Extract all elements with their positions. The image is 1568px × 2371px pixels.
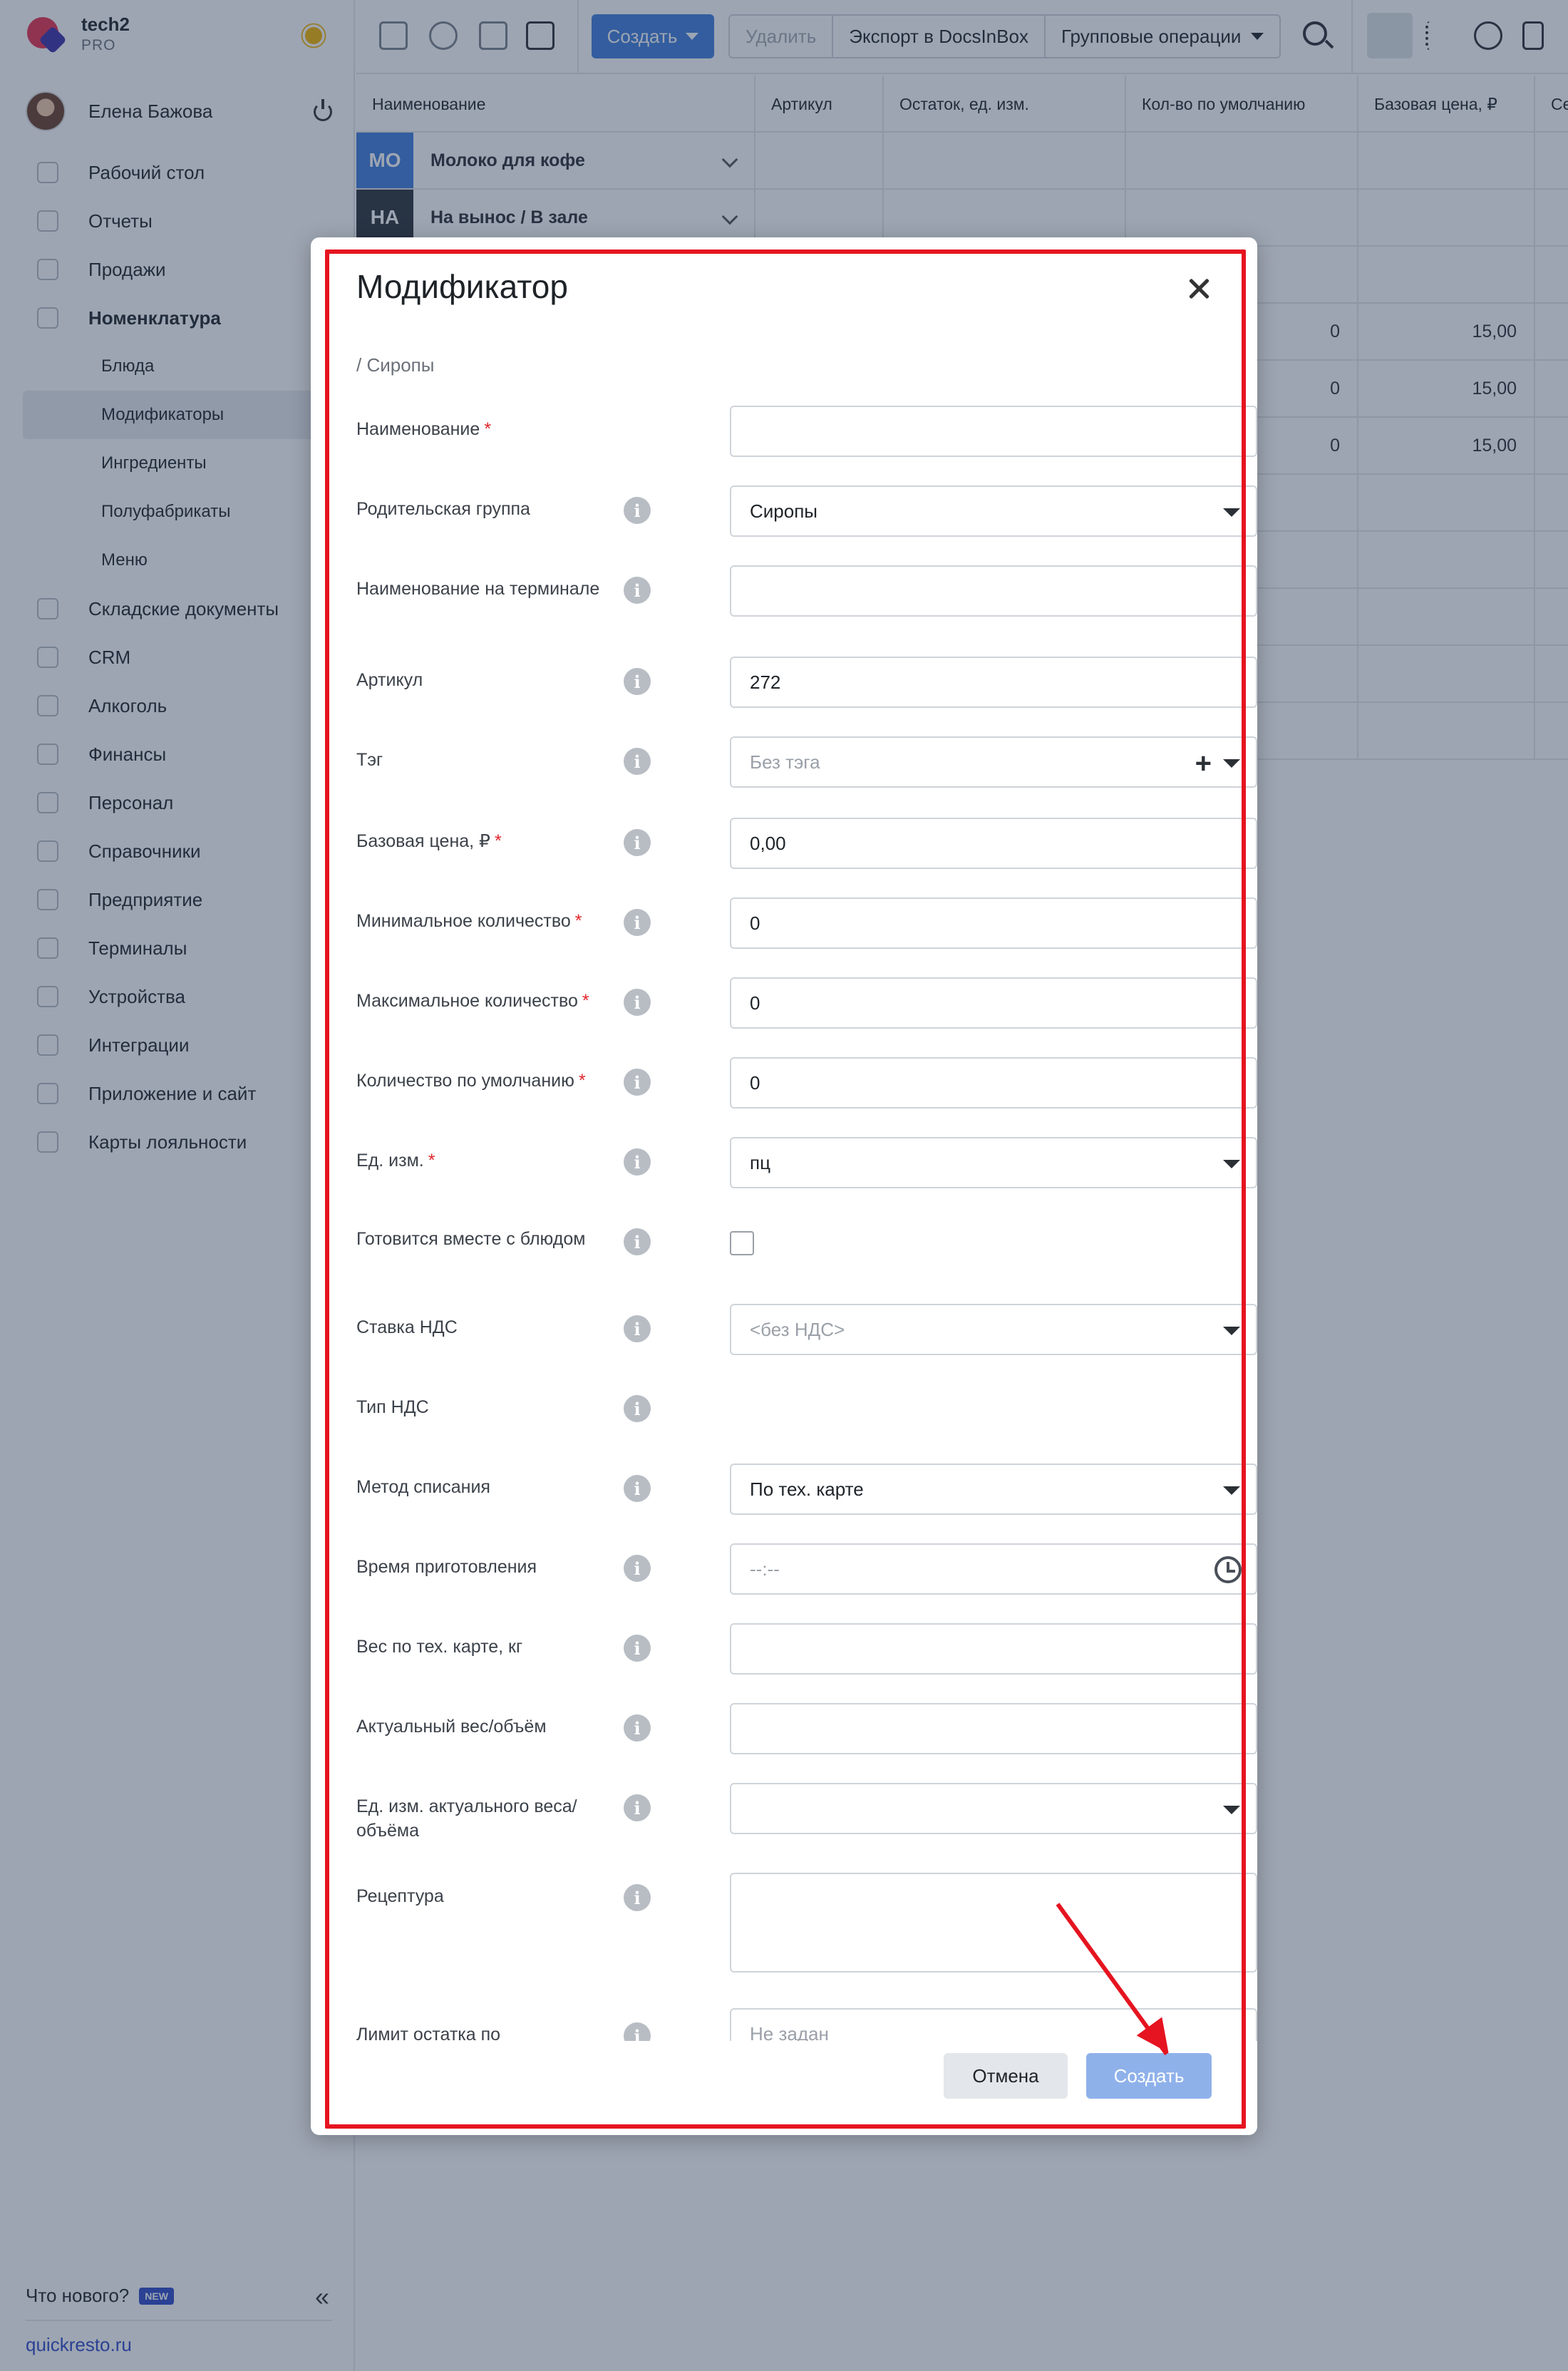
- info-icon[interactable]: i: [624, 1714, 651, 1742]
- field-label: Максимальное количество *: [356, 991, 589, 1011]
- article-input[interactable]: 272: [730, 657, 1257, 708]
- dialog-title: Модификатор: [356, 268, 568, 305]
- field-label: Тип НДС: [356, 1397, 429, 1417]
- actual-weight-input[interactable]: [730, 1703, 1257, 1754]
- info-icon[interactable]: i: [624, 909, 651, 936]
- field-label: Время приготовления: [356, 1557, 537, 1577]
- info-icon[interactable]: i: [624, 2022, 651, 2041]
- info-icon[interactable]: i: [624, 748, 651, 775]
- field-label: Наименование на терминале: [356, 579, 600, 599]
- field-label: Ставка НДС: [356, 1317, 458, 1337]
- field-label: Вес по тех. карте, кг: [356, 1637, 523, 1657]
- field-label: Базовая цена, ₽ *: [356, 831, 502, 851]
- modifier-dialog: Модификатор / Сиропы Наименование * Родит…: [311, 237, 1257, 2135]
- stock-limit-input[interactable]: Не задан: [730, 2008, 1257, 2041]
- info-icon[interactable]: i: [624, 1884, 651, 1911]
- field-label: Рецептура: [356, 1886, 444, 1906]
- max-qty-input[interactable]: 0: [730, 977, 1257, 1029]
- close-icon[interactable]: [1185, 274, 1213, 303]
- field-label: Количество по умолчанию *: [356, 1071, 586, 1091]
- vat-rate-select[interactable]: <без НДС>: [730, 1304, 1257, 1355]
- field-label: Артикул: [356, 670, 423, 690]
- parent-group-select[interactable]: Сиропы: [730, 485, 1257, 537]
- breadcrumb[interactable]: / Сиропы: [356, 354, 434, 376]
- field-label: Актуальный вес/объём: [356, 1717, 547, 1737]
- field-label: Готовится вместе с блюдом: [356, 1229, 586, 1249]
- info-icon[interactable]: i: [624, 1069, 651, 1096]
- field-label: Ед. изм. *: [356, 1151, 435, 1171]
- info-icon[interactable]: i: [624, 829, 651, 856]
- caret-down-icon: [1223, 1160, 1240, 1168]
- recipe-textarea[interactable]: [730, 1873, 1257, 1973]
- min-qty-input[interactable]: 0: [730, 898, 1257, 949]
- caret-down-icon: [1223, 508, 1240, 517]
- cooked-with-dish-checkbox[interactable]: [730, 1231, 754, 1255]
- unit-select[interactable]: пц: [730, 1137, 1257, 1188]
- info-icon[interactable]: i: [624, 989, 651, 1016]
- terminal-name-input[interactable]: [730, 565, 1257, 617]
- plus-icon[interactable]: +: [1195, 748, 1212, 780]
- field-label: Наименование *: [356, 419, 492, 439]
- info-icon[interactable]: i: [624, 497, 651, 524]
- info-icon[interactable]: i: [624, 1148, 651, 1176]
- info-icon[interactable]: i: [624, 1635, 651, 1662]
- default-qty-input[interactable]: 0: [730, 1057, 1257, 1109]
- info-icon[interactable]: i: [624, 577, 651, 604]
- field-label: Метод списания: [356, 1477, 490, 1497]
- base-price-input[interactable]: 0,00: [730, 818, 1257, 869]
- actual-weight-unit-select[interactable]: [730, 1783, 1257, 1834]
- tag-select[interactable]: Без тэга +: [730, 736, 1257, 788]
- info-icon[interactable]: i: [624, 1794, 651, 1821]
- writeoff-method-select[interactable]: По тех. карте: [730, 1464, 1257, 1515]
- info-icon[interactable]: i: [624, 1228, 651, 1255]
- tech-weight-input[interactable]: [730, 1623, 1257, 1675]
- create-submit-button[interactable]: Создать: [1086, 2053, 1212, 2099]
- field-label: Минимальное количество *: [356, 911, 582, 931]
- info-icon[interactable]: i: [624, 1395, 651, 1422]
- caret-down-icon: [1223, 759, 1240, 768]
- info-icon[interactable]: i: [624, 668, 651, 695]
- caret-down-icon: [1223, 1486, 1240, 1495]
- cooking-time-input[interactable]: --:--: [730, 1543, 1257, 1595]
- field-label: Родительская группа: [356, 499, 530, 519]
- field-label: Лимит остатка по: [356, 2025, 501, 2041]
- field-label: Ед. изм. актуального веса/объёма: [356, 1796, 577, 1841]
- caret-down-icon: [1223, 1327, 1240, 1335]
- field-label: Тэг: [356, 750, 383, 770]
- caret-down-icon: [1223, 1806, 1240, 1814]
- clock-icon[interactable]: [1214, 1556, 1242, 1583]
- info-icon[interactable]: i: [624, 1555, 651, 1582]
- name-input[interactable]: [730, 406, 1257, 457]
- info-icon[interactable]: i: [624, 1475, 651, 1502]
- info-icon[interactable]: i: [624, 1315, 651, 1342]
- cancel-button[interactable]: Отмена: [944, 2053, 1068, 2099]
- modifier-form: Модификатор / Сиропы Наименование * Родит…: [311, 237, 1257, 2041]
